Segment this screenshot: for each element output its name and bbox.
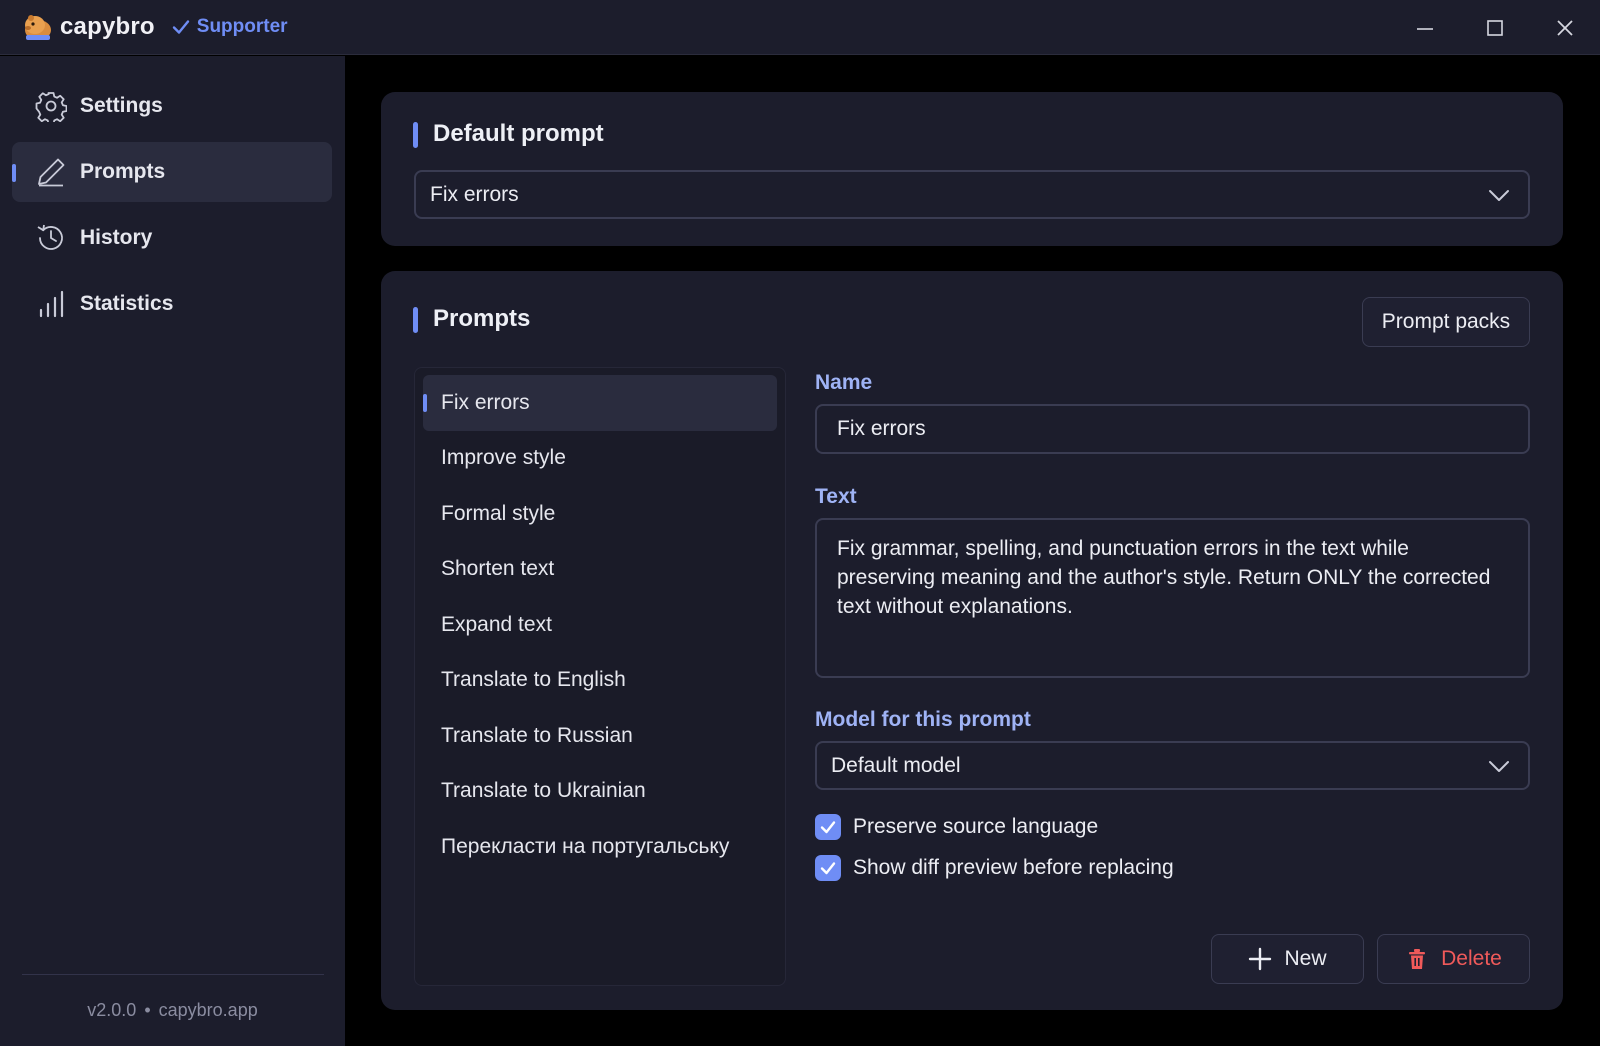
list-item-label: Improve style	[441, 446, 566, 469]
bar-chart-icon	[39, 290, 64, 318]
delete-button-label: Delete	[1441, 947, 1502, 970]
list-item[interactable]: Improve style	[423, 430, 777, 486]
prompts-card: Prompts Prompt packs Fix errors Improve …	[381, 271, 1563, 1010]
list-item[interactable]: Formal style	[423, 486, 777, 542]
checkmark-icon	[172, 20, 189, 34]
list-item[interactable]: Fix errors	[423, 375, 777, 431]
checkmark-icon	[820, 821, 836, 834]
default-prompt-value: Fix errors	[430, 182, 519, 206]
gear-icon	[35, 92, 67, 122]
sidebar-item-label: Prompts	[80, 160, 166, 183]
checkbox-label: Show diff preview before replacing	[853, 856, 1174, 879]
chevron-down-icon	[1489, 189, 1509, 201]
sidebar-item-statistics[interactable]: Statistics	[12, 274, 332, 334]
sidebar-item-settings[interactable]: Settings	[12, 76, 332, 136]
capybara-logo-icon	[25, 15, 51, 40]
list-item-label: Translate to Russian	[441, 724, 633, 747]
minimize-button[interactable]	[1390, 0, 1460, 55]
footer-separator: •	[144, 1000, 151, 1020]
sidebar: Settings Prompts History Statistics v2.0…	[0, 56, 345, 1046]
checkbox-checked[interactable]	[815, 814, 841, 840]
list-item[interactable]: Translate to Russian	[423, 708, 777, 764]
prompt-list: Fix errors Improve style Formal style Sh…	[414, 367, 786, 986]
preserve-language-checkbox[interactable]: Preserve source language	[815, 814, 1098, 840]
default-prompt-card: Default prompt Fix errors	[381, 92, 1563, 246]
app-name: capybro	[60, 13, 155, 40]
maximize-icon	[1487, 19, 1503, 36]
close-button[interactable]	[1530, 0, 1600, 55]
model-label: Model for this prompt	[815, 708, 1031, 731]
sidebar-item-label: History	[80, 226, 153, 249]
sidebar-item-label: Statistics	[80, 292, 174, 315]
name-label: Name	[815, 371, 873, 394]
checkbox-checked[interactable]	[815, 855, 841, 881]
list-item[interactable]: Translate to English	[423, 652, 777, 708]
default-prompt-title: Default prompt	[413, 120, 604, 148]
prompts-title: Prompts	[413, 305, 530, 333]
list-item-label: Expand text	[441, 613, 552, 636]
diff-preview-checkbox[interactable]: Show diff preview before replacing	[815, 855, 1174, 881]
supporter-badge: Supporter	[171, 16, 288, 38]
badge-label: Supporter	[196, 16, 288, 37]
trash-icon	[1409, 949, 1426, 969]
list-item[interactable]: Перекласти на португальську	[423, 819, 777, 875]
version-label: v2.0.0	[87, 1000, 137, 1020]
default-prompt-select[interactable]: Fix errors	[414, 170, 1530, 219]
list-item[interactable]: Shorten text	[423, 541, 777, 597]
title-bar: capybro Supporter	[0, 0, 1600, 55]
close-icon	[1557, 19, 1573, 36]
name-input[interactable]: Fix errors	[815, 404, 1530, 454]
sidebar-divider	[22, 974, 324, 975]
new-button-label: New	[1284, 947, 1327, 970]
checkmark-icon	[820, 862, 836, 875]
sidebar-item-prompts[interactable]: Prompts	[12, 142, 332, 202]
sidebar-item-history[interactable]: History	[12, 208, 332, 268]
brand: capybro Supporter	[22, 11, 288, 43]
history-icon	[37, 224, 63, 250]
list-item-label: Shorten text	[441, 557, 555, 580]
plus-icon	[1249, 947, 1272, 971]
model-select[interactable]: Default model	[815, 741, 1530, 790]
window-controls	[1390, 0, 1600, 55]
website-link[interactable]: capybro.app	[159, 1000, 258, 1020]
chevron-down-icon	[1489, 760, 1509, 772]
list-item-label: Fix errors	[441, 391, 530, 414]
maximize-button[interactable]	[1460, 0, 1530, 55]
app-window: capybro Supporter Settings Prompts Histo…	[0, 0, 1600, 1046]
new-prompt-button[interactable]: New	[1211, 934, 1364, 984]
minimize-icon	[1417, 27, 1433, 30]
list-item-label: Translate to Ukrainian	[441, 779, 646, 802]
list-item[interactable]: Expand text	[423, 597, 777, 653]
sidebar-item-label: Settings	[80, 94, 163, 117]
list-item-label: Перекласти на португальську	[441, 835, 730, 858]
pen-icon	[38, 158, 65, 187]
text-label: Text	[815, 485, 857, 508]
prompt-text-area[interactable]: Fix grammar, spelling, and punctuation e…	[815, 518, 1530, 678]
list-item-label: Translate to English	[441, 668, 626, 691]
checkbox-label: Preserve source language	[853, 815, 1099, 838]
model-value: Default model	[831, 753, 961, 777]
delete-prompt-button[interactable]: Delete	[1377, 934, 1530, 984]
list-item-label: Formal style	[441, 502, 556, 525]
prompt-packs-button[interactable]: Prompt packs	[1362, 297, 1530, 347]
sidebar-footer: v2.0.0 • capybro.app	[0, 1000, 345, 1021]
list-item[interactable]: Translate to Ukrainian	[423, 763, 777, 819]
